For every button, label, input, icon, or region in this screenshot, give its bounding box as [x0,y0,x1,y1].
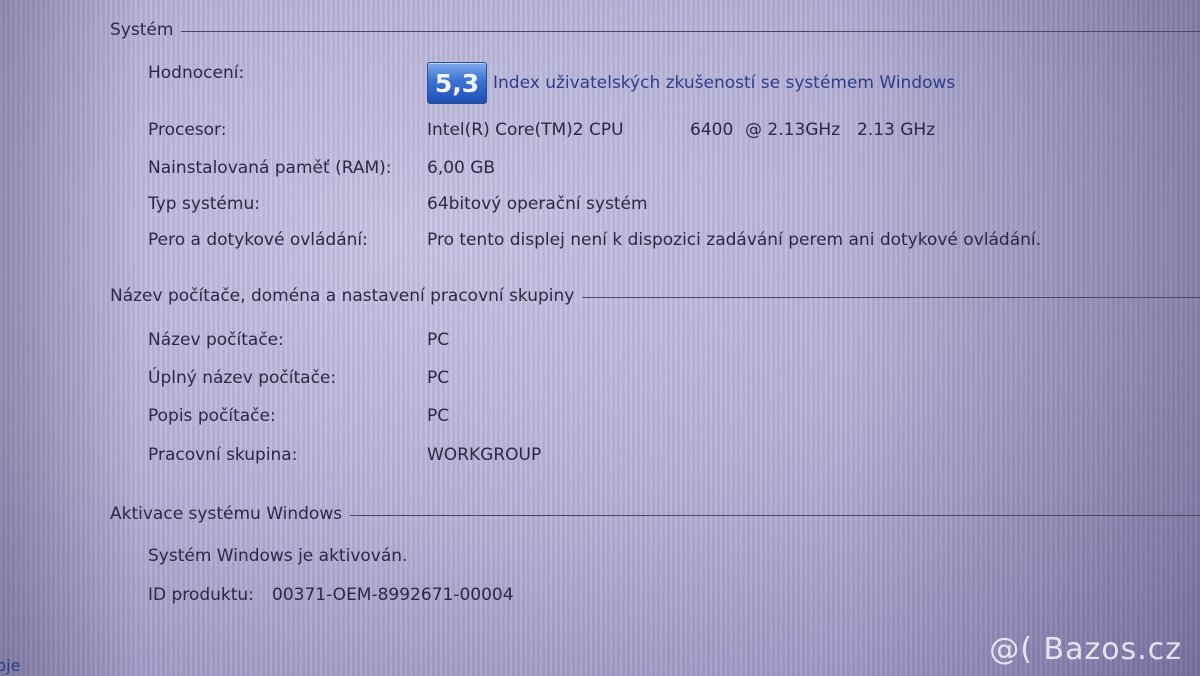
ram-label: Nainstalovaná paměť (RAM): [148,158,392,178]
experience-index[interactable]: 5,3 Index uživatelských zkušeností se sy… [427,62,955,104]
system-type-value: 64bitový operační systém [427,194,648,214]
pen-touch-value: Pro tento displej není k dispozici zadáv… [427,230,1042,250]
product-id-label: ID produktu: [148,585,254,605]
full-computer-name-value: PC [427,368,450,388]
ram-value: 6,00 GB [427,158,496,178]
system-type-label: Typ systému: [148,194,260,214]
section-header-computer-name: Název počítače, doména a nastavení praco… [110,284,1200,308]
workgroup-value: WORKGROUP [427,445,542,465]
computer-description-label: Popis počítače: [148,406,276,426]
section-divider [350,514,1200,516]
processor-speed-ghz: 2.13 GHz [857,120,936,140]
computer-name-value: PC [427,330,450,350]
bazos-watermark: @( Bazos.cz [989,632,1182,667]
section-divider [181,30,1200,32]
section-title-system: Systém [110,20,174,40]
computer-description-value: PC [427,406,450,426]
processor-number: 6400 [690,120,734,140]
section-title-computer-name: Název počítače, doména a nastavení praco… [110,286,575,306]
computer-name-label: Název počítače: [148,330,284,350]
activation-status: Systém Windows je aktivován. [148,546,408,566]
section-divider [582,296,1200,298]
rating-label: Hodnocení: [148,63,245,83]
section-title-activation: Aktivace systému Windows [110,504,343,524]
processor-label: Procesor: [148,120,227,140]
pen-touch-label: Pero a dotykové ovládání: [148,230,368,250]
processor-model: Intel(R) Core(TM)2 CPU [427,120,624,140]
left-edge-link-fragment[interactable]: bje [0,656,20,675]
experience-index-link[interactable]: Index uživatelských zkušeností se systém… [493,73,955,93]
section-header-activation: Aktivace systému Windows [110,502,1200,526]
section-header-system: Systém [110,18,1200,42]
processor-speed: @ 2.13GHz [745,120,841,140]
product-id-value: 00371-OEM-8992671-00004 [272,585,514,605]
full-computer-name-label: Úplný název počítače: [148,368,337,388]
experience-index-badge[interactable]: 5,3 [427,62,487,104]
workgroup-label: Pracovní skupina: [148,445,298,465]
